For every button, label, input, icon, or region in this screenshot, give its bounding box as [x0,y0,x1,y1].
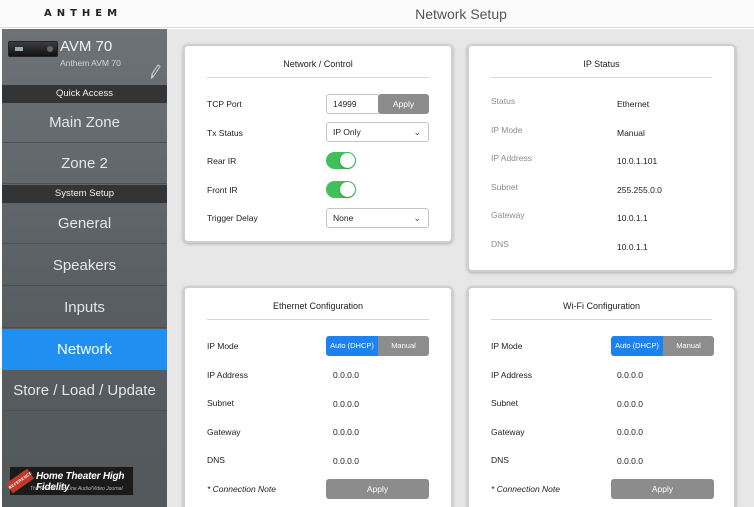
ip-address-label: IP Address [207,370,248,380]
watermark-tagline: The Premier On-Line Audio/Video Journal [30,486,123,492]
app-window: ANTHEM Network Setup AVM 70 Anthem AVM 7… [0,0,754,507]
gateway-label: Gateway [207,427,241,437]
ip-mode-label: IP Mode [207,341,239,351]
status-label: Status [491,96,516,106]
dns-label: DNS [491,455,509,465]
divider [491,77,712,78]
section-system-setup: System Setup [2,185,167,203]
ip-status-panel: IP Status Status Ethernet IP Mode Manual… [467,44,736,272]
brand-logo: ANTHEM [44,8,123,19]
ip-address-field[interactable]: 0.0.0.0 [617,370,643,380]
ip-mode-label: IP Mode [491,125,523,135]
ip-mode-segmented-control: Auto (DHCP) Manual [326,336,429,356]
sidebar-item-speakers[interactable]: Speakers [2,246,167,286]
rear-ir-label: Rear IR [207,156,237,166]
subnet-label: Subnet [207,398,234,408]
subnet-label: Subnet [491,398,518,408]
main-content: Network / Control TCP Port 14999 Apply T… [167,29,754,507]
panel-title: IP Status [583,59,620,69]
network-control-panel: Network / Control TCP Port 14999 Apply T… [183,44,453,243]
tcp-port-label: TCP Port [207,99,242,109]
ip-mode-value: Manual [617,128,645,138]
ip-mode-auto-option[interactable]: Auto (DHCP) [326,336,378,356]
dns-field[interactable]: 0.0.0.0 [617,456,643,466]
gateway-label: Gateway [491,427,525,437]
subnet-value: 255.255.0.0 [617,185,662,195]
gateway-field[interactable]: 0.0.0.0 [333,427,359,437]
section-quick-access: Quick Access [2,85,167,103]
status-value: Ethernet [617,99,650,109]
panel-title: Wi-Fi Configuration [562,301,641,311]
device-name: AVM 70 [60,38,113,55]
ip-mode-auto-option[interactable]: Auto (DHCP) [611,336,663,356]
gateway-value: 10.0.1.1 [617,213,648,223]
panel-title: Ethernet Configuration [272,301,364,311]
divider [207,319,429,320]
subnet-field[interactable]: 0.0.0.0 [333,399,359,409]
tcp-port-input[interactable]: 14999 [326,94,380,114]
chevron-down-icon: ⌄ [413,213,421,223]
subnet-field[interactable]: 0.0.0.0 [617,399,643,409]
device-image [8,41,58,57]
connection-note-link[interactable]: * Connection Note [491,484,560,494]
page-title: Network Setup [415,6,507,22]
wifi-config-panel: Wi-Fi Configuration IP Mode Auto (DHCP) … [467,286,736,507]
trigger-delay-value: None [333,213,354,223]
ethernet-apply-button[interactable]: Apply [326,479,429,499]
pencil-icon[interactable] [150,63,162,79]
ip-mode-segmented-control: Auto (DHCP) Manual [611,336,714,356]
connection-note-link[interactable]: * Connection Note [207,484,276,494]
toggle-knob [340,153,355,168]
sidebar-item-general[interactable]: General [2,204,167,244]
sidebar-item-inputs[interactable]: Inputs [2,288,167,328]
gateway-label: Gateway [491,210,525,220]
tx-status-label: Tx Status [207,128,243,138]
chevron-down-icon: ⌄ [413,127,421,137]
watermark-logo: REFERENCE Home Theater High Fidelity The… [5,466,134,496]
ip-mode-manual-option[interactable]: Manual [378,336,429,356]
device-subtitle: Anthem AVM 70 [60,58,121,68]
tx-status-select[interactable]: IP Only ⌄ [326,122,429,142]
sidebar-item-zone-2[interactable]: Zone 2 [2,144,167,184]
rear-ir-toggle[interactable] [326,152,356,169]
top-bar: ANTHEM Network Setup [0,0,754,28]
front-ir-toggle[interactable] [326,181,356,198]
front-ir-label: Front IR [207,185,238,195]
ip-mode-label: IP Mode [491,341,523,351]
divider [207,77,429,78]
sidebar: AVM 70 Anthem AVM 70 Quick Access Main Z… [2,29,167,507]
panel-title: Network / Control [283,59,353,69]
subnet-label: Subnet [491,182,518,192]
sidebar-item-store-load-update[interactable]: Store / Load / Update [2,371,167,411]
gateway-field[interactable]: 0.0.0.0 [617,427,643,437]
ip-address-label: IP Address [491,153,532,163]
dns-label: DNS [491,239,509,249]
tx-status-value: IP Only [333,127,361,137]
ip-mode-manual-option[interactable]: Manual [663,336,714,356]
dns-field[interactable]: 0.0.0.0 [333,456,359,466]
ip-address-field[interactable]: 0.0.0.0 [333,370,359,380]
sidebar-item-network[interactable]: Network [2,329,167,370]
trigger-delay-select[interactable]: None ⌄ [326,208,429,228]
ip-address-label: IP Address [491,370,532,380]
toggle-knob [340,182,355,197]
wifi-apply-button[interactable]: Apply [611,479,714,499]
device-header: AVM 70 Anthem AVM 70 [2,29,167,85]
dns-label: DNS [207,455,225,465]
tcp-port-apply-button[interactable]: Apply [378,94,429,114]
sidebar-item-main-zone[interactable]: Main Zone [2,103,167,143]
trigger-delay-label: Trigger Delay [207,213,258,223]
divider [491,319,712,320]
ethernet-config-panel: Ethernet Configuration IP Mode Auto (DHC… [183,286,453,507]
dns-value: 10.0.1.1 [617,242,648,252]
ip-address-value: 10.0.1.101 [617,156,658,166]
